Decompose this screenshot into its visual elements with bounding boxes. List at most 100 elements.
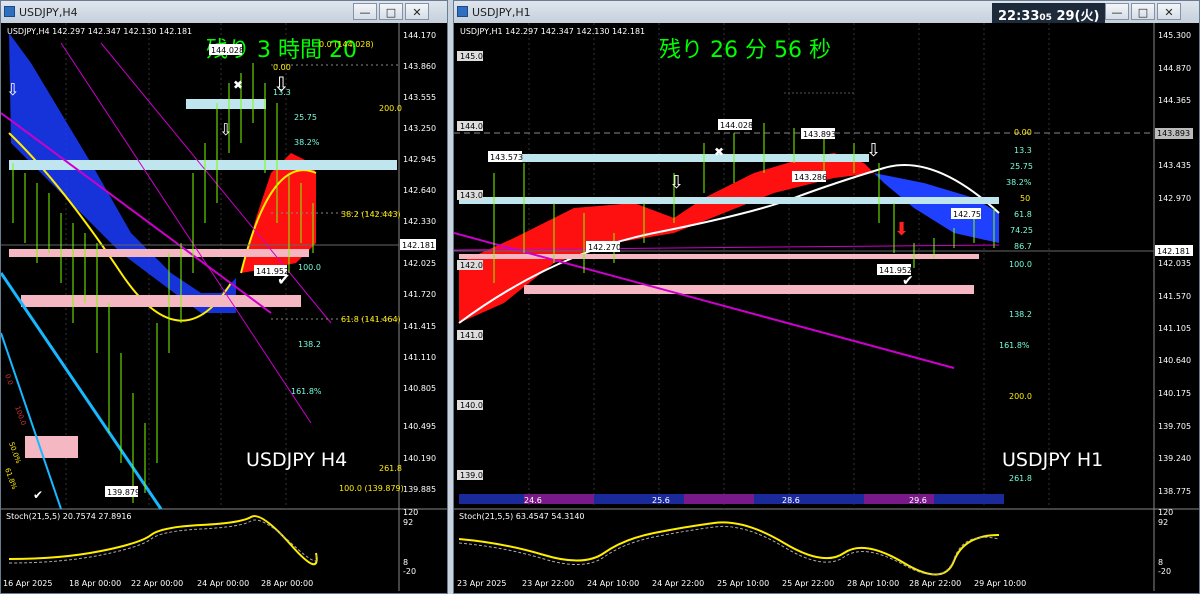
- svg-text:0.00: 0.00: [1014, 128, 1032, 137]
- fib-label: 0.00: [273, 63, 291, 72]
- svg-text:142.640: 142.640: [403, 186, 436, 195]
- svg-text:142.270: 142.270: [588, 243, 621, 252]
- fib-label: 38.2%: [294, 138, 320, 147]
- red-down-arrow-icon: ⬇: [894, 219, 909, 240]
- svg-text:-20: -20: [1158, 567, 1171, 576]
- svg-text:92: 92: [403, 518, 413, 527]
- svg-text:140.495: 140.495: [403, 422, 436, 431]
- svg-text:140.805: 140.805: [403, 384, 436, 393]
- symbol-info: USDJPY,H1 142.297 142.347 142.130 142.18…: [460, 27, 645, 36]
- checkmark-icon: ✔: [902, 273, 914, 289]
- window-title: USDJPY,H1: [472, 6, 531, 19]
- fib-label: 161.8%: [291, 387, 322, 396]
- svg-text:140.640: 140.640: [1158, 356, 1191, 365]
- svg-text:141.105: 141.105: [1158, 324, 1191, 333]
- svg-text:144.870: 144.870: [1158, 64, 1191, 73]
- down-arrow-icon: ⇩: [219, 120, 232, 139]
- minimize-button[interactable]: —: [353, 3, 377, 20]
- svg-text:143.250: 143.250: [403, 124, 436, 133]
- countdown-text: 残り 26 分 56 秒: [659, 38, 831, 63]
- date-strip: 24.6 25.6 28.6 29.6: [459, 494, 1004, 505]
- svg-text:29 Apr 10:00: 29 Apr 10:00: [974, 579, 1026, 588]
- svg-text:138.775: 138.775: [1158, 487, 1191, 496]
- price-axis: 145.300 144.870 144.365 143.893 143.435 …: [1155, 31, 1193, 496]
- svg-text:28 Apr 00:00: 28 Apr 00:00: [261, 579, 313, 588]
- svg-text:24 Apr 10:00: 24 Apr 10:00: [587, 579, 639, 588]
- maximize-button[interactable]: □: [379, 3, 403, 20]
- svg-text:142.330: 142.330: [403, 217, 436, 226]
- fib-label: 0.0 (144.028): [319, 40, 374, 49]
- svg-text:141.570: 141.570: [1158, 292, 1191, 301]
- timeframe-label: USDJPY H4: [246, 449, 347, 471]
- svg-text:143.555: 143.555: [403, 93, 436, 102]
- svg-text:261.8: 261.8: [1009, 474, 1032, 483]
- svg-text:139.240: 139.240: [1158, 454, 1191, 463]
- svg-text:29.6: 29.6: [909, 496, 927, 505]
- window-titlebar[interactable]: USDJPY,H4 — □ ✕: [1, 1, 447, 23]
- down-arrow-icon: ⇩: [669, 172, 684, 193]
- svg-text:142.025: 142.025: [403, 259, 436, 268]
- minimize-button[interactable]: —: [1105, 3, 1129, 20]
- chart-window-h1[interactable]: USDJPY,H1 — □ ✕ 22:3305 29(火) 残り 26 分 56…: [453, 0, 1200, 594]
- svg-text:25.75: 25.75: [1010, 162, 1033, 171]
- svg-text:143.860: 143.860: [403, 62, 436, 71]
- svg-text:139.705: 139.705: [1158, 422, 1191, 431]
- maximize-button[interactable]: □: [1131, 3, 1155, 20]
- fib-label: 100.0 (139.879): [339, 484, 404, 493]
- svg-text:8: 8: [403, 558, 408, 567]
- svg-text:141.415: 141.415: [403, 322, 436, 331]
- svg-text:143.893: 143.893: [803, 130, 836, 139]
- svg-text:140.190: 140.190: [403, 454, 436, 463]
- close-button[interactable]: ✕: [405, 3, 429, 20]
- price-axis: 144.170 143.860 143.555 143.250 142.945 …: [400, 31, 436, 494]
- h4-chart-area[interactable]: 残り 3 時間 20 0.0 (144.028) 0.00 13.3 200.0…: [1, 23, 447, 593]
- svg-text:22 Apr 00:00: 22 Apr 00:00: [131, 579, 183, 588]
- stoch-label: Stoch(21,5,5) 20.7574 27.8916: [6, 512, 132, 521]
- svg-text:28.6: 28.6: [782, 496, 800, 505]
- svg-text:140.0: 140.0: [460, 401, 483, 410]
- svg-text:141.110: 141.110: [403, 353, 436, 362]
- svg-text:25.6: 25.6: [652, 496, 670, 505]
- time-axis: 16 Apr 2025 18 Apr 00:00 22 Apr 00:00 24…: [3, 579, 313, 588]
- fib-label: 38.2 (142.443): [341, 210, 401, 219]
- svg-text:74.25: 74.25: [1010, 226, 1033, 235]
- svg-text:141.0: 141.0: [460, 331, 483, 340]
- svg-text:161.8%: 161.8%: [999, 341, 1030, 350]
- svg-text:23 Apr 2025: 23 Apr 2025: [457, 579, 506, 588]
- fib-label: 200.0: [379, 104, 402, 113]
- svg-text:138.2: 138.2: [1009, 310, 1032, 319]
- svg-text:23 Apr 22:00: 23 Apr 22:00: [522, 579, 574, 588]
- svg-text:24.6: 24.6: [524, 496, 542, 505]
- svg-text:145.300: 145.300: [1158, 31, 1191, 40]
- svg-text:92: 92: [1158, 518, 1168, 527]
- symbol-info: USDJPY,H4 142.297 142.347 142.130 142.18…: [7, 27, 192, 36]
- fib-label: 100.0: [298, 263, 321, 272]
- svg-text:143.893: 143.893: [1157, 129, 1190, 138]
- chart-window-h4[interactable]: USDJPY,H4 — □ ✕ 残り 3 時間 20 0.0 (144.028)…: [0, 0, 448, 594]
- svg-text:28 Apr 22:00: 28 Apr 22:00: [909, 579, 961, 588]
- svg-text:142.75: 142.75: [953, 210, 981, 219]
- svg-text:143.286: 143.286: [794, 173, 827, 182]
- h1-chart-area[interactable]: 残り 26 分 56 秒 USDJPY,H1 142.297 142.347 1…: [454, 23, 1199, 593]
- cross-icon: ✖: [233, 78, 243, 92]
- svg-text:25 Apr 10:00: 25 Apr 10:00: [717, 579, 769, 588]
- svg-text:144.0: 144.0: [460, 122, 483, 131]
- svg-text:139.0: 139.0: [460, 471, 483, 480]
- svg-text:24 Apr 00:00: 24 Apr 00:00: [197, 579, 249, 588]
- svg-text:18 Apr 00:00: 18 Apr 00:00: [69, 579, 121, 588]
- svg-text:142.0: 142.0: [460, 261, 483, 270]
- svg-text:143.435: 143.435: [1158, 161, 1191, 170]
- timeframe-label: USDJPY H1: [1002, 449, 1103, 471]
- svg-text:143.573: 143.573: [490, 153, 523, 162]
- svg-text:13.3: 13.3: [1014, 146, 1032, 155]
- svg-text:144.365: 144.365: [1158, 96, 1191, 105]
- svg-text:140.175: 140.175: [1158, 389, 1191, 398]
- svg-text:8: 8: [1158, 558, 1163, 567]
- close-button[interactable]: ✕: [1157, 3, 1181, 20]
- svg-text:50: 50: [1020, 194, 1030, 203]
- svg-text:144.170: 144.170: [403, 31, 436, 40]
- chart-icon: [4, 6, 15, 17]
- clock-date: 29(火): [1056, 9, 1100, 24]
- time-axis: 23 Apr 2025 23 Apr 22:00 24 Apr 10:00 24…: [457, 579, 1026, 588]
- svg-text:200.0: 200.0: [1009, 392, 1032, 401]
